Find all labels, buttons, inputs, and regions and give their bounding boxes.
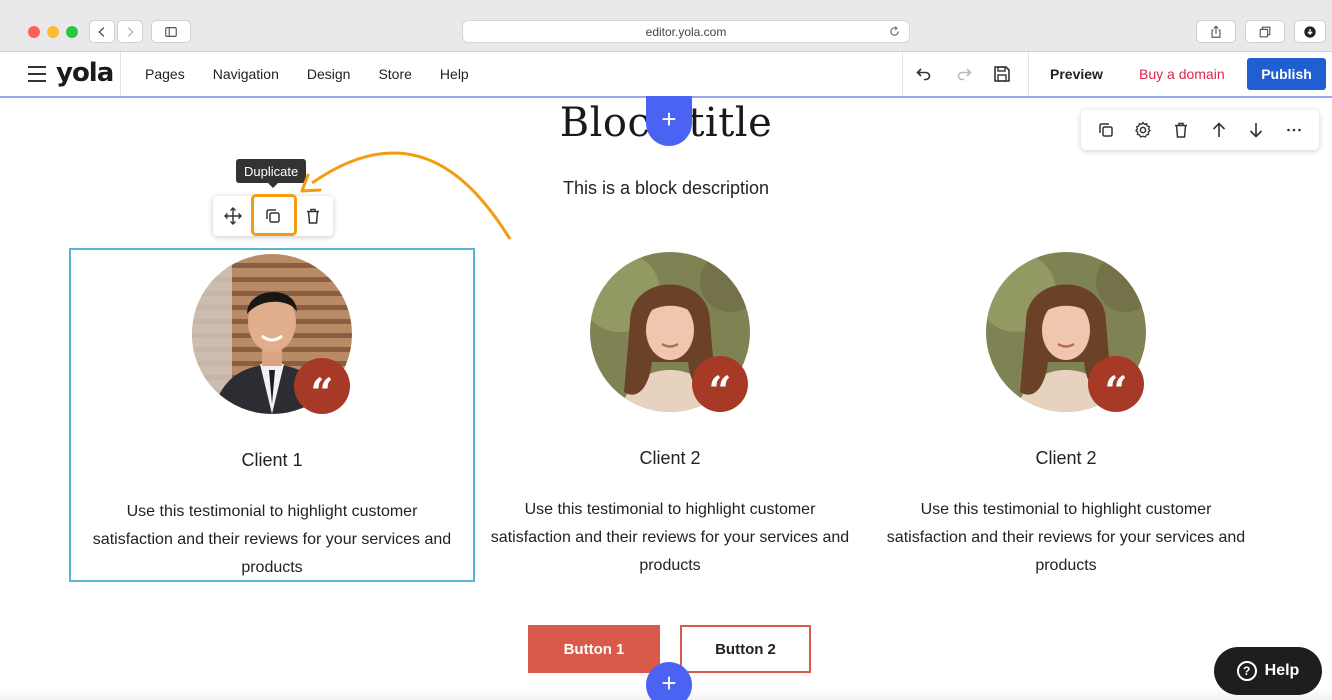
save-icon[interactable]	[992, 64, 1012, 84]
quote-badge: “	[692, 356, 748, 415]
button-1[interactable]: Button 1	[528, 625, 660, 673]
add-block-button-top[interactable]: +	[646, 96, 692, 146]
yola-logo: yola	[56, 58, 114, 88]
minimize-window-button[interactable]	[47, 26, 59, 38]
move-down-icon[interactable]	[1246, 120, 1266, 140]
help-button[interactable]: ? Help	[1214, 647, 1322, 695]
divider	[120, 52, 121, 96]
move-icon[interactable]	[223, 206, 243, 226]
browser-chrome: editor.yola.com	[0, 0, 1332, 52]
zoom-window-button[interactable]	[66, 26, 78, 38]
menu-item-pages[interactable]: Pages	[145, 66, 185, 82]
share-icon	[1211, 25, 1221, 38]
sidebar-icon	[165, 26, 177, 37]
sidebar-button[interactable]	[151, 20, 191, 43]
menu-item-store[interactable]: Store	[378, 66, 411, 82]
download-icon	[1304, 25, 1316, 38]
button-2[interactable]: Button 2	[680, 625, 811, 673]
add-block-button-bottom[interactable]: +	[646, 662, 692, 700]
annotation-arrow	[300, 151, 512, 240]
undo-icon[interactable]	[914, 64, 934, 84]
tabs-button[interactable]	[1245, 20, 1285, 43]
back-icon	[98, 26, 105, 37]
client-name[interactable]: Client 2	[467, 448, 873, 469]
menu-item-design[interactable]: Design	[307, 66, 351, 82]
testimonial-card-2[interactable]: “ Client 2 Use this testimonial to highl…	[467, 248, 873, 582]
download-button[interactable]	[1294, 20, 1326, 43]
forward-button[interactable]	[117, 20, 143, 43]
redo-icon[interactable]	[954, 64, 974, 84]
close-window-button[interactable]	[28, 26, 40, 38]
testimonial-text[interactable]: Use this testimonial to highlight custom…	[71, 498, 473, 582]
testimonial-text[interactable]: Use this testimonial to highlight custom…	[467, 496, 873, 580]
tabs-icon	[1259, 26, 1271, 37]
reload-icon[interactable]	[888, 25, 901, 38]
publish-button[interactable]: Publish	[1247, 58, 1326, 90]
more-icon[interactable]	[1284, 120, 1304, 140]
address-bar[interactable]: editor.yola.com	[462, 20, 910, 43]
share-button[interactable]	[1196, 20, 1236, 43]
client-name[interactable]: Client 1	[71, 450, 473, 471]
block-description[interactable]: This is a block description	[0, 178, 1332, 199]
preview-button[interactable]: Preview	[1050, 66, 1103, 82]
settings-icon[interactable]	[1133, 120, 1153, 140]
testimonial-card-3[interactable]: “ Client 2 Use this testimonial to highl…	[863, 248, 1269, 582]
menu-item-navigation[interactable]: Navigation	[213, 66, 279, 82]
testimonial-card-1[interactable]: “ Client 1 Use this testimonial to highl…	[69, 248, 475, 582]
client-name[interactable]: Client 2	[863, 448, 1269, 469]
quote-badge: “	[294, 358, 350, 417]
forward-icon	[127, 26, 134, 37]
testimonial-text[interactable]: Use this testimonial to highlight custom…	[863, 496, 1269, 580]
back-button[interactable]	[89, 20, 115, 43]
duplicate-icon[interactable]	[1096, 120, 1116, 140]
url-text: editor.yola.com	[645, 24, 727, 39]
help-label: Help	[1264, 662, 1300, 679]
menu-item-help[interactable]: Help	[440, 66, 469, 82]
divider	[1028, 52, 1029, 96]
delete-icon[interactable]	[1171, 120, 1191, 140]
quote-badge: “	[1088, 356, 1144, 415]
menu-icon[interactable]	[28, 66, 46, 82]
editor-menu: Pages Navigation Design Store Help	[145, 66, 469, 82]
editor-toolbar: yola Pages Navigation Design Store Help …	[0, 52, 1332, 98]
buy-domain-link[interactable]: Buy a domain	[1139, 66, 1225, 82]
divider	[902, 52, 903, 96]
help-icon: ?	[1236, 661, 1257, 681]
move-up-icon[interactable]	[1209, 120, 1229, 140]
block-toolbar	[1081, 110, 1319, 150]
